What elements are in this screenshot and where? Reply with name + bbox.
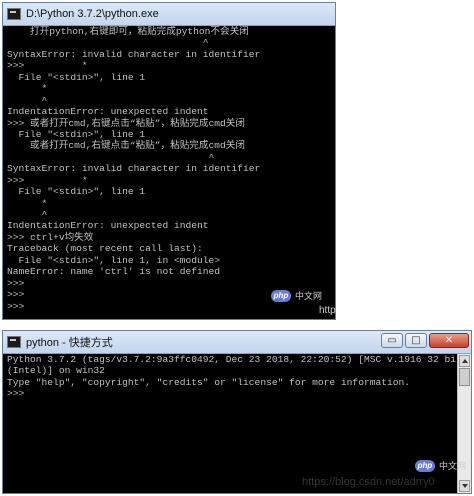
partial-url-1: http: [319, 305, 336, 316]
console-line: >>> *: [7, 60, 88, 72]
console-line: *: [7, 83, 48, 95]
close-button[interactable]: ✕: [429, 333, 469, 348]
source-url: https://blog.csdn.net/adrry0: [302, 476, 435, 488]
close-icon: ✕: [444, 335, 454, 346]
console-line: File "<stdin>", line 1: [7, 186, 146, 198]
maximize-button[interactable]: □: [405, 333, 427, 348]
console-app-icon: [7, 336, 21, 348]
maximize-icon: □: [411, 335, 421, 346]
watermark-1: php 中文网: [271, 289, 322, 302]
php-logo-icon: php: [271, 289, 291, 302]
php-logo-icon: php: [415, 459, 435, 472]
console-line: SyntaxError: invalid character in identi…: [7, 163, 261, 175]
vertical-scrollbar[interactable]: [457, 354, 471, 493]
watermark-2: php 中文网: [415, 459, 466, 472]
window-controls: ▭ □ ✕: [381, 333, 469, 348]
watermark-text-2: 中文网: [439, 461, 467, 471]
console-line: *: [7, 197, 48, 209]
console-line: NameError: name 'ctrl' is not defined: [7, 266, 221, 278]
console-line: Python 3.7.2 (tags/v3.7.2:9a3ffc0492, De…: [7, 354, 457, 365]
scroll-down-arrow-icon[interactable]: [459, 480, 470, 492]
window-title-1: D:\Python 3.7.2\python.exe: [26, 8, 159, 20]
console-line: >>> *: [7, 174, 88, 186]
scroll-up-arrow-icon[interactable]: [459, 355, 470, 367]
console-line: 或者打开cmd,右键点击“粘贴”，粘贴完成cmd关闭: [7, 140, 245, 152]
console-output-2[interactable]: Python 3.7.2 (tags/v3.7.2:9a3ffc0492, De…: [3, 354, 457, 493]
console-window-1: D:\Python 3.7.2\python.exe 打开python,右键即可…: [2, 2, 336, 320]
title-bar-2[interactable]: python - 快捷方式 ▭ □ ✕: [3, 331, 471, 354]
console-line: File "<stdin>", line 1: [7, 128, 146, 140]
console-line: ^: [7, 151, 215, 163]
console-line: File "<stdin>", line 1, in <module>: [7, 254, 221, 266]
console-line: IndentationError: unexpected indent: [7, 220, 209, 232]
console-line: Type "help", "copyright", "credits" or "…: [7, 376, 411, 388]
console-line: 打开python,右键即可，粘贴完成python不会关闭: [7, 26, 249, 37]
window-title-2: python - 快捷方式: [26, 337, 113, 349]
scroll-thumb[interactable]: [459, 368, 470, 386]
minimize-icon: ▭: [387, 335, 397, 346]
watermark-text-1: 中文网: [295, 291, 323, 301]
console-line: (Intel)] on win32: [7, 365, 105, 377]
console-line: SyntaxError: invalid character in identi…: [7, 48, 261, 60]
console-output-1[interactable]: 打开python,右键即可，粘贴完成python不会关闭 ^ SyntaxErro…: [3, 26, 335, 319]
console-line: >>> ctrl+v均失效: [7, 231, 94, 243]
console-line: >>>: [7, 277, 25, 289]
console-line: Traceback (most recent call last):: [7, 243, 203, 255]
console-window-2: python - 快捷方式 ▭ □ ✕ Python 3.7.2 (tags/v…: [2, 330, 472, 494]
console-line: ^: [7, 209, 48, 220]
console-line: ^: [7, 94, 48, 106]
console-app-icon: [7, 8, 21, 20]
console-line: IndentationError: unexpected indent: [7, 106, 209, 118]
console-line: File "<stdin>", line 1: [7, 71, 146, 83]
console-line: >>>: [7, 388, 25, 400]
title-bar-1[interactable]: D:\Python 3.7.2\python.exe: [3, 3, 335, 26]
minimize-button[interactable]: ▭: [381, 333, 403, 348]
console-line: ^: [7, 37, 209, 49]
console-line: >>> 或者打开cmd,右键点击“粘贴”，粘贴完成cmd关闭: [7, 117, 245, 129]
console-line: >>>: [7, 300, 25, 312]
